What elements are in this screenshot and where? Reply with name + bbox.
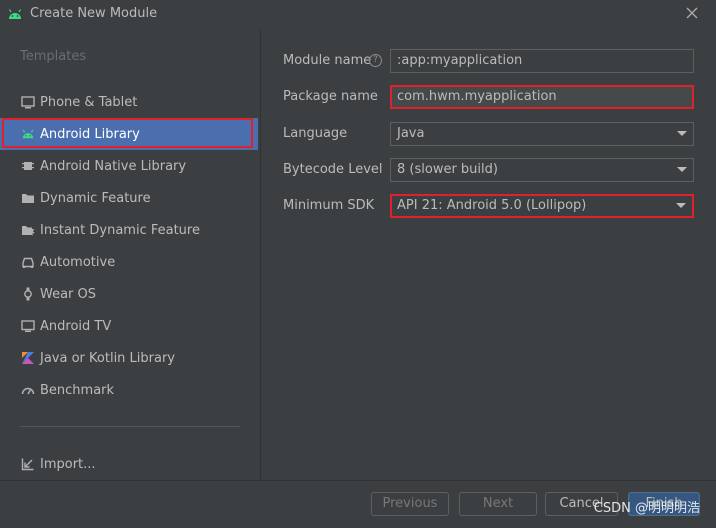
- template-label: Benchmark: [40, 382, 115, 398]
- template-label: Wear OS: [40, 286, 97, 302]
- template-android-tv[interactable]: Android TV: [0, 310, 258, 342]
- module-config-form: Module name ? :app:myapplication Package…: [262, 29, 716, 480]
- import-label: Import...: [40, 456, 96, 472]
- templates-sidebar: Templates Phone & Tablet Android Library…: [0, 29, 260, 480]
- tv-icon: [20, 318, 36, 334]
- android-studio-icon: [8, 9, 22, 19]
- dynamic-feature-icon: [20, 190, 36, 206]
- window-title: Create New Module: [30, 6, 158, 21]
- instant-dynamic-feature-icon: [20, 222, 36, 238]
- module-name-field[interactable]: :app:myapplication: [390, 49, 694, 73]
- chevron-down-icon: [677, 131, 687, 136]
- minimum-sdk-value: API 21: Android 5.0 (Lollipop): [397, 198, 587, 213]
- car-icon: [20, 254, 36, 270]
- template-label: Automotive: [40, 254, 116, 270]
- import-button[interactable]: Import...: [0, 448, 258, 480]
- watch-icon: [20, 286, 36, 302]
- android-icon: [20, 126, 36, 142]
- language-dropdown[interactable]: Java: [390, 122, 694, 146]
- finish-button[interactable]: Finish: [628, 492, 700, 516]
- template-label: Instant Dynamic Feature: [40, 222, 200, 238]
- templates-section-label: Templates: [20, 49, 87, 64]
- template-benchmark[interactable]: Benchmark: [0, 374, 258, 406]
- bytecode-level-dropdown[interactable]: 8 (slower build): [390, 158, 694, 182]
- module-name-label: Module name: [283, 53, 372, 68]
- chevron-down-icon: [677, 167, 687, 172]
- help-icon[interactable]: ?: [369, 54, 382, 67]
- gauge-icon: [20, 382, 36, 398]
- template-android-library[interactable]: Android Library: [0, 118, 258, 150]
- kotlin-icon: [20, 350, 36, 366]
- close-icon[interactable]: [684, 5, 700, 21]
- template-label: Android Library: [40, 126, 140, 142]
- previous-button[interactable]: Previous: [371, 492, 449, 516]
- template-phone-tablet[interactable]: Phone & Tablet: [0, 86, 258, 118]
- template-android-native-library[interactable]: Android Native Library: [0, 150, 258, 182]
- template-wear-os[interactable]: Wear OS: [0, 278, 258, 310]
- cancel-button[interactable]: Cancel: [545, 492, 618, 516]
- dialog-footer: Previous Next Cancel Finish CSDN @明明明浩: [0, 480, 716, 528]
- module-name-row: Module name ? :app:myapplication: [262, 49, 716, 75]
- minimum-sdk-label: Minimum SDK: [283, 198, 375, 213]
- template-java-kotlin-library[interactable]: Java or Kotlin Library: [0, 342, 258, 374]
- panel-divider: [260, 29, 261, 480]
- package-name-label: Package name: [283, 89, 378, 104]
- sidebar-divider: [20, 426, 240, 427]
- template-label: Java or Kotlin Library: [40, 350, 176, 366]
- minimum-sdk-row: Minimum SDK API 21: Android 5.0 (Lollipo…: [262, 194, 716, 220]
- language-value: Java: [397, 126, 425, 141]
- template-label: Android TV: [40, 318, 112, 334]
- template-instant-dynamic-feature[interactable]: Instant Dynamic Feature: [0, 214, 258, 246]
- bytecode-level-label: Bytecode Level: [283, 162, 383, 177]
- minimum-sdk-dropdown[interactable]: API 21: Android 5.0 (Lollipop): [390, 194, 694, 218]
- phone-tablet-icon: [20, 94, 36, 110]
- language-label: Language: [283, 126, 348, 141]
- bytecode-level-row: Bytecode Level 8 (slower build): [262, 158, 716, 184]
- template-label: Android Native Library: [40, 158, 187, 174]
- template-label: Phone & Tablet: [40, 94, 138, 110]
- next-button[interactable]: Next: [459, 492, 537, 516]
- import-icon: [20, 456, 36, 472]
- package-name-input[interactable]: com.hwm.myapplication: [390, 85, 694, 109]
- language-row: Language Java: [262, 122, 716, 148]
- package-name-row: Package name com.hwm.myapplication: [262, 85, 716, 111]
- template-automotive[interactable]: Automotive: [0, 246, 258, 278]
- template-dynamic-feature[interactable]: Dynamic Feature: [0, 182, 258, 214]
- chevron-down-icon: [676, 203, 686, 208]
- native-library-icon: [20, 158, 36, 174]
- template-label: Dynamic Feature: [40, 190, 151, 206]
- bytecode-level-value: 8 (slower build): [397, 162, 498, 177]
- title-bar: Create New Module: [0, 0, 716, 28]
